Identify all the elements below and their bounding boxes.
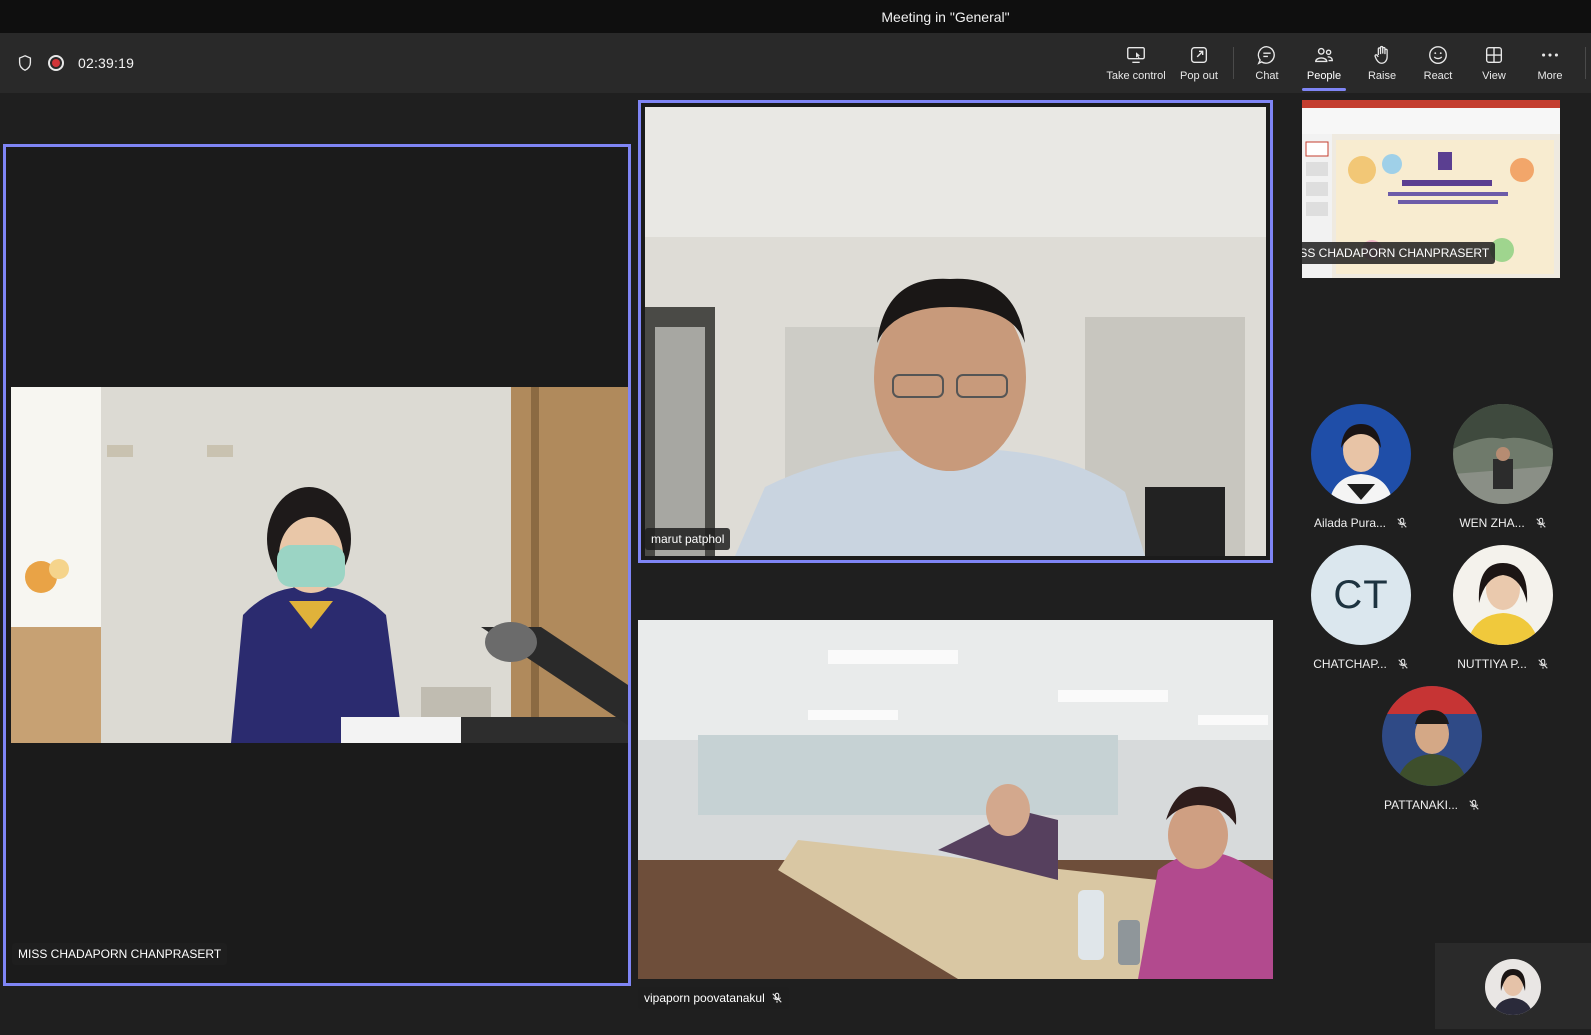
raise-hand-button[interactable]: Raise [1360,33,1404,93]
mic-off-icon [1538,658,1548,669]
participant-chatchap[interactable]: CT CHATCHAP... [1296,545,1426,671]
avatar [1453,404,1553,504]
participant-name-row: CHATCHAP... [1296,657,1426,671]
people-button[interactable]: People [1300,33,1348,93]
participant-name-row: PATTANAKI... [1367,798,1497,812]
participant-name-tag: vipaporn poovatanakul [638,987,789,1009]
people-icon [1315,47,1333,63]
mic-off-icon [772,992,782,1003]
recording-icon [48,55,64,71]
raise-hand-icon [1374,45,1388,64]
take-control-label: Take control [1106,70,1166,82]
participant-video [11,387,628,743]
mic-off-icon [1398,658,1408,669]
toolbar-divider [1233,47,1234,79]
share-name-tag: MISS CHADAPORN CHANPRASERT [1302,242,1496,264]
participant-name-tag: marut patphol [645,528,731,550]
raise-label: Raise [1367,70,1397,82]
more-label: More [1537,70,1563,82]
window-title: Meeting in "General" [881,8,1010,25]
participant-name: PATTANAKI... [1383,798,1458,812]
room-video-left [11,387,628,743]
react-label: React [1423,70,1453,82]
participant-name-row: Ailada Pura... [1296,516,1426,530]
pop-out-label: Pop out [1180,70,1218,82]
participant-name: Ailada Pura... [1313,516,1387,530]
toolbar-edge-divider [1585,47,1586,79]
video-tile-bottom-right[interactable]: vipaporn poovatanakul [638,620,1273,1023]
participant-name: MISS CHADAPORN CHANPRASERT [18,947,222,961]
share-presenter-name: MISS CHADAPORN CHANPRASERT [1302,246,1490,260]
office-video [645,107,1266,556]
mic-off-icon [1397,517,1407,528]
people-label: People [1306,70,1342,82]
participant-name: WEN ZHA... [1459,516,1525,530]
chat-button[interactable]: Chat [1245,33,1289,93]
participant-video [645,107,1266,556]
self-view-tile[interactable] [1435,943,1591,1029]
react-button[interactable]: React [1416,33,1460,93]
more-icon [1542,53,1558,57]
mic-off-icon [1469,799,1479,810]
teams-meeting-window: Meeting in "General" 02:39:19 Take contr… [0,0,1591,1035]
pop-out-button[interactable]: Pop out [1172,33,1226,93]
video-tile-top-right[interactable]: marut patphol [638,100,1273,563]
title-bar: Meeting in "General" [0,0,1591,33]
shield-icon[interactable] [16,54,34,72]
conference-room-video [638,620,1273,979]
view-label: View [1482,70,1506,82]
screen-share-thumbnail[interactable]: MISS CHADAPORN CHANPRASERT [1302,100,1560,278]
meeting-toolbar: 02:39:19 Take control Pop out Chat Peopl… [0,33,1591,93]
participant-ailada[interactable]: Ailada Pura... [1296,404,1426,530]
avatar [1382,686,1482,786]
participant-nuttiya[interactable]: NUTTIYA P... [1438,545,1568,671]
chat-icon [1257,46,1275,65]
participant-name-row: NUTTIYA P... [1438,657,1568,671]
participant-video [638,620,1273,979]
mic-off-icon [1535,517,1546,528]
participant-name: NUTTIYA P... [1457,657,1527,671]
avatar [1311,404,1411,504]
participant-wen[interactable]: WEN ZHA... [1438,404,1568,530]
participant-name-tag: MISS CHADAPORN CHANPRASERT [12,943,228,965]
meeting-timer: 02:39:19 [78,55,135,71]
participant-name-row: WEN ZHA... [1438,516,1568,530]
participant-name: vipaporn poovatanakul [644,991,765,1005]
chat-label: Chat [1255,70,1279,82]
more-button[interactable]: More [1528,33,1572,93]
avatar [1453,545,1553,645]
view-button[interactable]: View [1472,33,1516,93]
take-control-icon [1127,46,1145,64]
participant-pattanaki[interactable]: PATTANAKI... [1367,686,1497,812]
initials-avatar: CT [1311,545,1411,645]
grid-icon [1485,46,1503,64]
take-control-button[interactable]: Take control [1104,33,1168,93]
participant-name: marut patphol [651,532,725,546]
pop-out-icon [1190,46,1208,64]
meeting-status: 02:39:19 [16,33,134,93]
self-avatar [1485,959,1541,1015]
participant-name: CHATCHAP... [1313,657,1387,671]
smiley-icon [1429,46,1447,64]
video-tile-left[interactable]: MISS CHADAPORN CHANPRASERT [3,144,631,986]
